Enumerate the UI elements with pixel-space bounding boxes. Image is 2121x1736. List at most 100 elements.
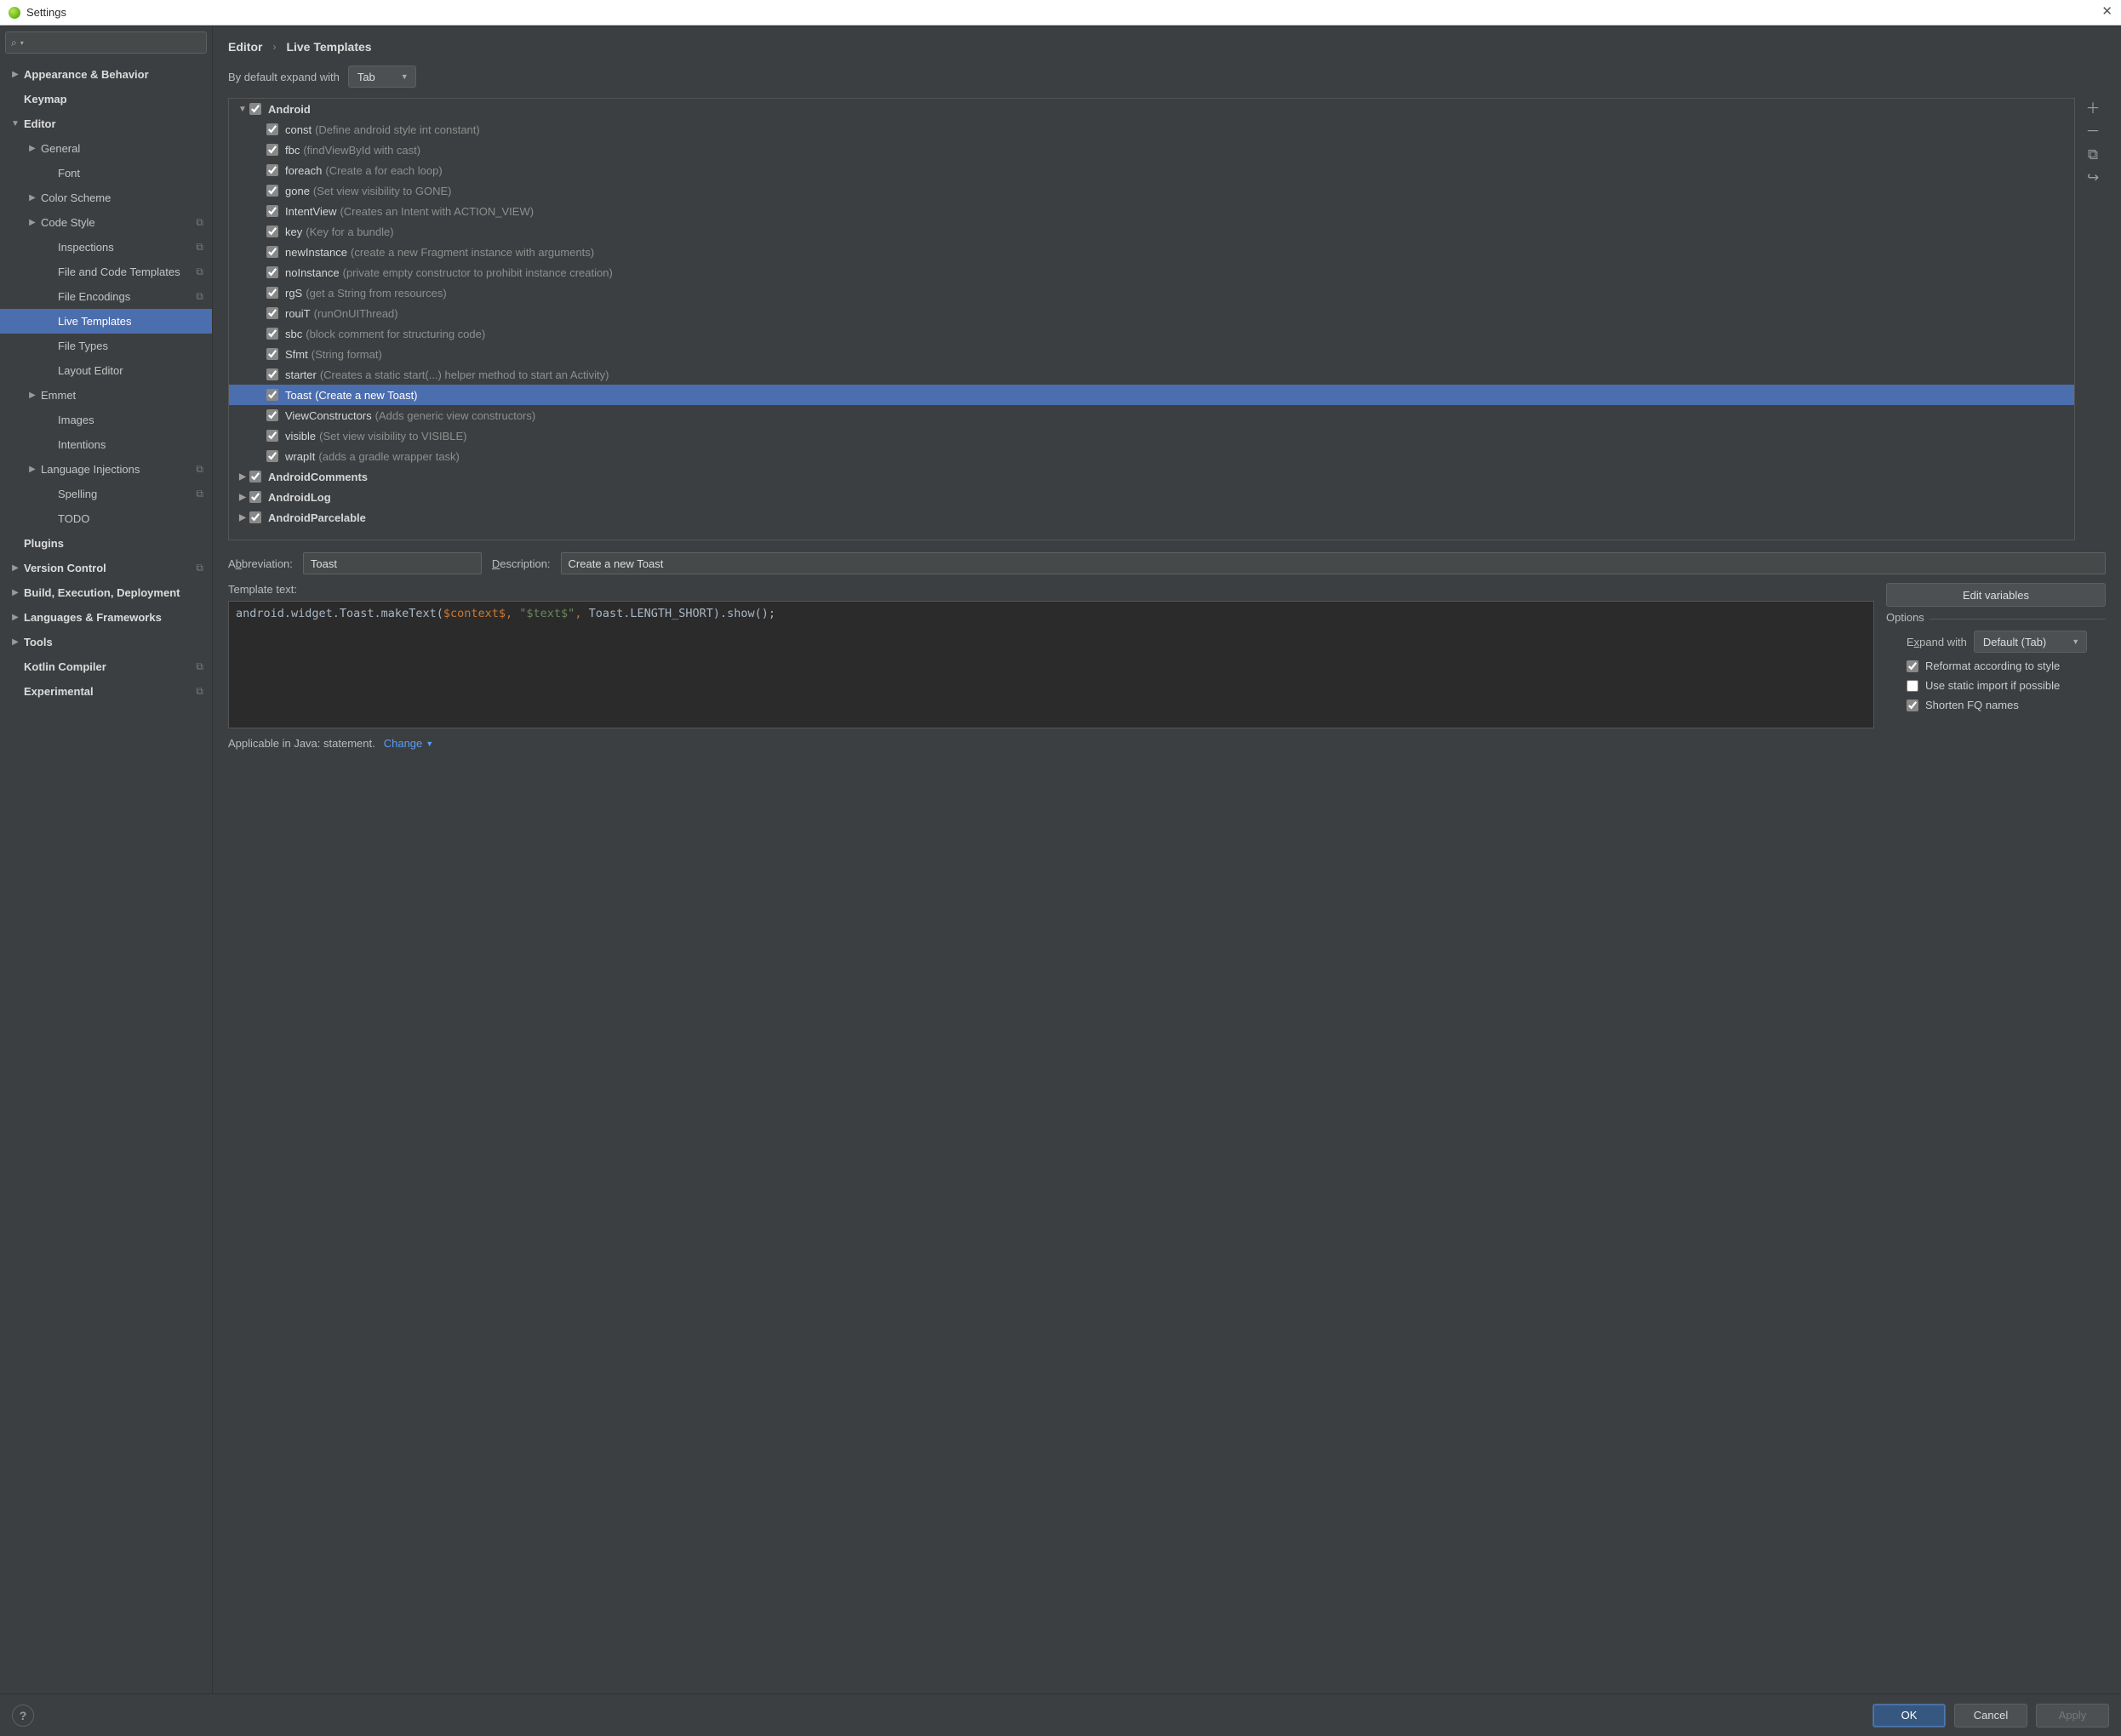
template-item[interactable]: gone (Set view visibility to GONE) [229,180,2074,201]
sidebar-item[interactable]: ▶Kotlin Compiler⧉ [0,654,212,679]
template-checkbox[interactable] [266,205,278,217]
help-button[interactable]: ? [12,1705,34,1727]
group-checkbox[interactable] [249,491,261,503]
expand-with-select[interactable]: Default (Tab) ▼ [1974,631,2087,653]
template-checkbox[interactable] [266,409,278,421]
template-group[interactable]: ▶AndroidParcelable [229,507,2074,528]
template-text[interactable]: android.widget.Toast.makeText($context$,… [228,601,1874,728]
sidebar-item[interactable]: ▶File and Code Templates⧉ [0,260,212,284]
template-item[interactable]: rouiT (runOnUIThread) [229,303,2074,323]
revert-icon[interactable]: ↩ [2087,170,2099,185]
sidebar-item[interactable]: ▶Layout Editor [0,358,212,383]
chevron-right-icon[interactable]: ▶ [27,193,37,203]
sidebar-item[interactable]: ▶Emmet [0,383,212,408]
template-group[interactable]: ▼Android [229,99,2074,119]
chevron-right-icon[interactable]: ▶ [27,465,37,474]
cancel-button[interactable]: Cancel [1954,1704,2027,1727]
sidebar-item[interactable]: ▶Plugins [0,531,212,556]
breadcrumb-parent[interactable]: Editor [228,40,262,54]
template-checkbox[interactable] [266,368,278,380]
template-item[interactable]: IntentView (Creates an Intent with ACTIO… [229,201,2074,221]
sidebar-item[interactable]: ▶Experimental⧉ [0,679,212,704]
template-item[interactable]: const (Define android style int constant… [229,119,2074,140]
template-item[interactable]: noInstance (private empty constructor to… [229,262,2074,283]
sidebar-item[interactable]: ▶Tools [0,630,212,654]
remove-icon[interactable]: － [2086,124,2101,139]
chevron-right-icon[interactable]: ▶ [10,588,20,597]
sidebar-item[interactable]: ▶General [0,136,212,161]
group-checkbox[interactable] [249,471,261,483]
template-group[interactable]: ▶AndroidLog [229,487,2074,507]
template-item[interactable]: Sfmt (String format) [229,344,2074,364]
sidebar-item[interactable]: ▶File Types [0,334,212,358]
static-import-checkbox[interactable] [1907,680,1918,692]
template-checkbox[interactable] [266,348,278,360]
chevron-down-icon[interactable]: ▼ [237,105,248,114]
template-checkbox[interactable] [266,389,278,401]
group-checkbox[interactable] [249,103,261,115]
ok-button[interactable]: OK [1872,1704,1946,1727]
chevron-right-icon[interactable]: ▶ [237,472,248,482]
sidebar-item[interactable]: ▶Code Style⧉ [0,210,212,235]
template-checkbox[interactable] [266,185,278,197]
template-item[interactable]: fbc (findViewById with cast) [229,140,2074,160]
template-item[interactable]: ViewConstructors (Adds generic view cons… [229,405,2074,425]
chevron-right-icon[interactable]: ▶ [27,218,37,227]
sidebar-item[interactable]: ▶Version Control⧉ [0,556,212,580]
sidebar-item[interactable]: ▶Keymap [0,87,212,111]
template-group[interactable]: ▶AndroidComments [229,466,2074,487]
template-checkbox[interactable] [266,307,278,319]
sidebar-item[interactable]: ▶Language Injections⧉ [0,457,212,482]
template-checkbox[interactable] [266,450,278,462]
chevron-down-icon[interactable]: ▼ [10,119,20,128]
search-box[interactable]: ⌕ ▾ [5,31,207,54]
template-list[interactable]: ▼Androidconst (Define android style int … [228,98,2075,540]
template-item[interactable]: foreach (Create a for each loop) [229,160,2074,180]
search-input[interactable] [24,37,201,49]
chevron-right-icon[interactable]: ▶ [237,493,248,502]
copy-icon[interactable]: ⧉ [2088,147,2098,162]
template-item[interactable]: newInstance (create a new Fragment insta… [229,242,2074,262]
sidebar-item[interactable]: ▶Color Scheme [0,186,212,210]
template-item[interactable]: visible (Set view visibility to VISIBLE) [229,425,2074,446]
expand-default-select[interactable]: Tab ▼ [348,66,416,88]
chevron-right-icon[interactable]: ▶ [10,70,20,79]
template-checkbox[interactable] [266,287,278,299]
sidebar-item[interactable]: ▶TODO [0,506,212,531]
reformat-checkbox-row[interactable]: Reformat according to style [1907,660,2106,672]
template-checkbox[interactable] [266,226,278,237]
template-checkbox[interactable] [266,328,278,340]
sidebar-item[interactable]: ▶Font [0,161,212,186]
template-checkbox[interactable] [266,164,278,176]
sidebar-item[interactable]: ▶Intentions [0,432,212,457]
sidebar-item[interactable]: ▼Editor [0,111,212,136]
sidebar-item[interactable]: ▶Appearance & Behavior [0,62,212,87]
edit-variables-button[interactable]: Edit variables [1886,583,2106,607]
chevron-right-icon[interactable]: ▶ [10,563,20,573]
chevron-right-icon[interactable]: ▶ [10,637,20,647]
shorten-fq-checkbox-row[interactable]: Shorten FQ names [1907,699,2106,711]
group-checkbox[interactable] [249,511,261,523]
reformat-checkbox[interactable] [1907,660,1918,672]
template-item[interactable]: key (Key for a bundle) [229,221,2074,242]
template-item[interactable]: wrapIt (adds a gradle wrapper task) [229,446,2074,466]
sidebar-item[interactable]: ▶Inspections⧉ [0,235,212,260]
shorten-fq-checkbox[interactable] [1907,700,1918,711]
template-checkbox[interactable] [266,144,278,156]
add-icon[interactable]: ＋ [2086,101,2101,116]
sidebar-item[interactable]: ▶Images [0,408,212,432]
template-item[interactable]: sbc (block comment for structuring code) [229,323,2074,344]
abbreviation-input[interactable] [303,552,482,574]
sidebar-item[interactable]: ▶Languages & Frameworks [0,605,212,630]
chevron-right-icon[interactable]: ▶ [27,144,37,153]
template-checkbox[interactable] [266,266,278,278]
static-import-checkbox-row[interactable]: Use static import if possible [1907,679,2106,692]
change-link[interactable]: Change ▼ [384,737,433,750]
sidebar-item[interactable]: ▶Build, Execution, Deployment [0,580,212,605]
template-checkbox[interactable] [266,430,278,442]
template-checkbox[interactable] [266,246,278,258]
template-item[interactable]: Toast (Create a new Toast) [229,385,2074,405]
template-item[interactable]: starter (Creates a static start(...) hel… [229,364,2074,385]
template-checkbox[interactable] [266,123,278,135]
description-input[interactable] [561,552,2106,574]
